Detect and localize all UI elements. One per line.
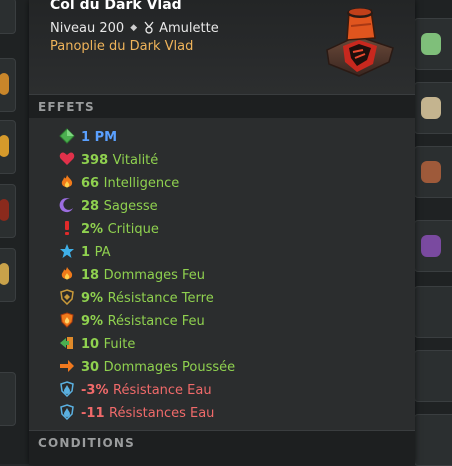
- inventory-slot[interactable]: [414, 82, 452, 134]
- moon-icon: [59, 198, 73, 213]
- effect-row: -3% Résistance Eau: [59, 381, 212, 401]
- effect-label: Intelligence: [103, 176, 180, 191]
- effect-row: 28 Sagesse: [59, 197, 158, 217]
- inventory-slot[interactable]: [414, 414, 452, 466]
- effect-value: 28: [81, 199, 100, 214]
- effect-value: 2%: [81, 222, 104, 237]
- push-arrow-icon: [60, 360, 74, 372]
- shield-fire-icon: [60, 312, 74, 328]
- inventory-slot[interactable]: [0, 0, 16, 34]
- tooltip-header: Col du Dark Vlad Niveau 200 ◆ Amulette Pa…: [29, 0, 415, 94]
- star-icon: [60, 244, 74, 258]
- item-set[interactable]: Panoplie du Dark Vlad: [50, 39, 193, 54]
- item-type: Amulette: [159, 21, 219, 36]
- effect-row: 10 Fuite: [59, 335, 135, 355]
- inventory-slot[interactable]: [414, 286, 452, 338]
- effect-value: 398: [81, 153, 109, 168]
- effect-value: 9%: [81, 291, 104, 306]
- effect-label: Résistance Eau: [113, 383, 212, 398]
- inventory-slot[interactable]: [414, 146, 452, 198]
- conditions-section-title: CONDITIONS: [38, 436, 136, 450]
- effect-value: 1 PM: [81, 130, 118, 145]
- effect-row: -11 Résistances Eau: [59, 404, 214, 424]
- item-meta: Niveau 200 ◆ Amulette: [50, 21, 219, 36]
- effect-label: Fuite: [103, 337, 136, 352]
- effect-label: Vitalité: [112, 153, 159, 168]
- item-name: Col du Dark Vlad: [50, 0, 182, 13]
- shield-water-icon: [60, 381, 74, 397]
- effect-row: 1 PA: [59, 243, 110, 263]
- effect-label: Dommages Poussée: [103, 360, 236, 375]
- inventory-slot[interactable]: [0, 58, 16, 112]
- effect-value: 30: [81, 360, 100, 375]
- item-image: [326, 8, 394, 77]
- item-tooltip: Col du Dark Vlad Niveau 200 ◆ Amulette Pa…: [29, 0, 415, 465]
- effect-label: Critique: [107, 222, 159, 237]
- effect-label: Sagesse: [103, 199, 158, 214]
- effect-value: 1: [81, 245, 91, 260]
- fire-icon: [61, 175, 73, 188]
- conditions-section-header[interactable]: CONDITIONS: [29, 430, 415, 465]
- inventory-slot[interactable]: [0, 248, 16, 302]
- effect-row: 9% Résistance Terre: [59, 289, 214, 309]
- item-level: Niveau 200: [50, 21, 125, 36]
- inventory-slot[interactable]: [414, 220, 452, 272]
- effect-row: 2% Critique: [59, 220, 159, 240]
- effect-value: 10: [81, 337, 100, 352]
- effects-section-title: EFFETS: [38, 100, 95, 114]
- effect-row: 398 Vitalité: [59, 151, 158, 171]
- shield-water-icon: [60, 404, 74, 420]
- effect-label: Résistance Feu: [107, 314, 205, 329]
- shield-earth-icon: [60, 289, 74, 305]
- effect-value: 18: [81, 268, 100, 283]
- effect-row: 18 Dommages Feu: [59, 266, 205, 286]
- escape-icon: [60, 337, 73, 349]
- pm-diamond-icon: [59, 128, 75, 144]
- effect-row: 9% Résistance Feu: [59, 312, 205, 332]
- effect-row: 66 Intelligence: [59, 174, 179, 194]
- inventory-slot[interactable]: [0, 372, 16, 426]
- effect-label: PA: [94, 245, 111, 260]
- exclamation-icon: [65, 221, 69, 235]
- effect-value: -3%: [81, 383, 109, 398]
- effect-label: Résistances Eau: [109, 406, 215, 421]
- effect-row: 1 PM: [59, 128, 117, 148]
- effect-label: Dommages Feu: [103, 268, 206, 283]
- effect-value: 66: [81, 176, 100, 191]
- effect-value: -11: [81, 406, 105, 421]
- effect-label: Résistance Terre: [107, 291, 214, 306]
- amulet-icon: [144, 21, 154, 34]
- separator-dot-icon: ◆: [130, 23, 138, 33]
- inventory-slot[interactable]: [414, 350, 452, 402]
- effects-section-header[interactable]: EFFETS: [29, 94, 415, 119]
- heart-icon: [59, 152, 75, 165]
- effect-row: 30 Dommages Poussée: [59, 358, 235, 378]
- inventory-slot[interactable]: [414, 18, 452, 70]
- inventory-slot[interactable]: [0, 184, 16, 238]
- effect-value: 9%: [81, 314, 104, 329]
- inventory-slot[interactable]: [0, 120, 16, 174]
- fire-icon: [61, 267, 73, 280]
